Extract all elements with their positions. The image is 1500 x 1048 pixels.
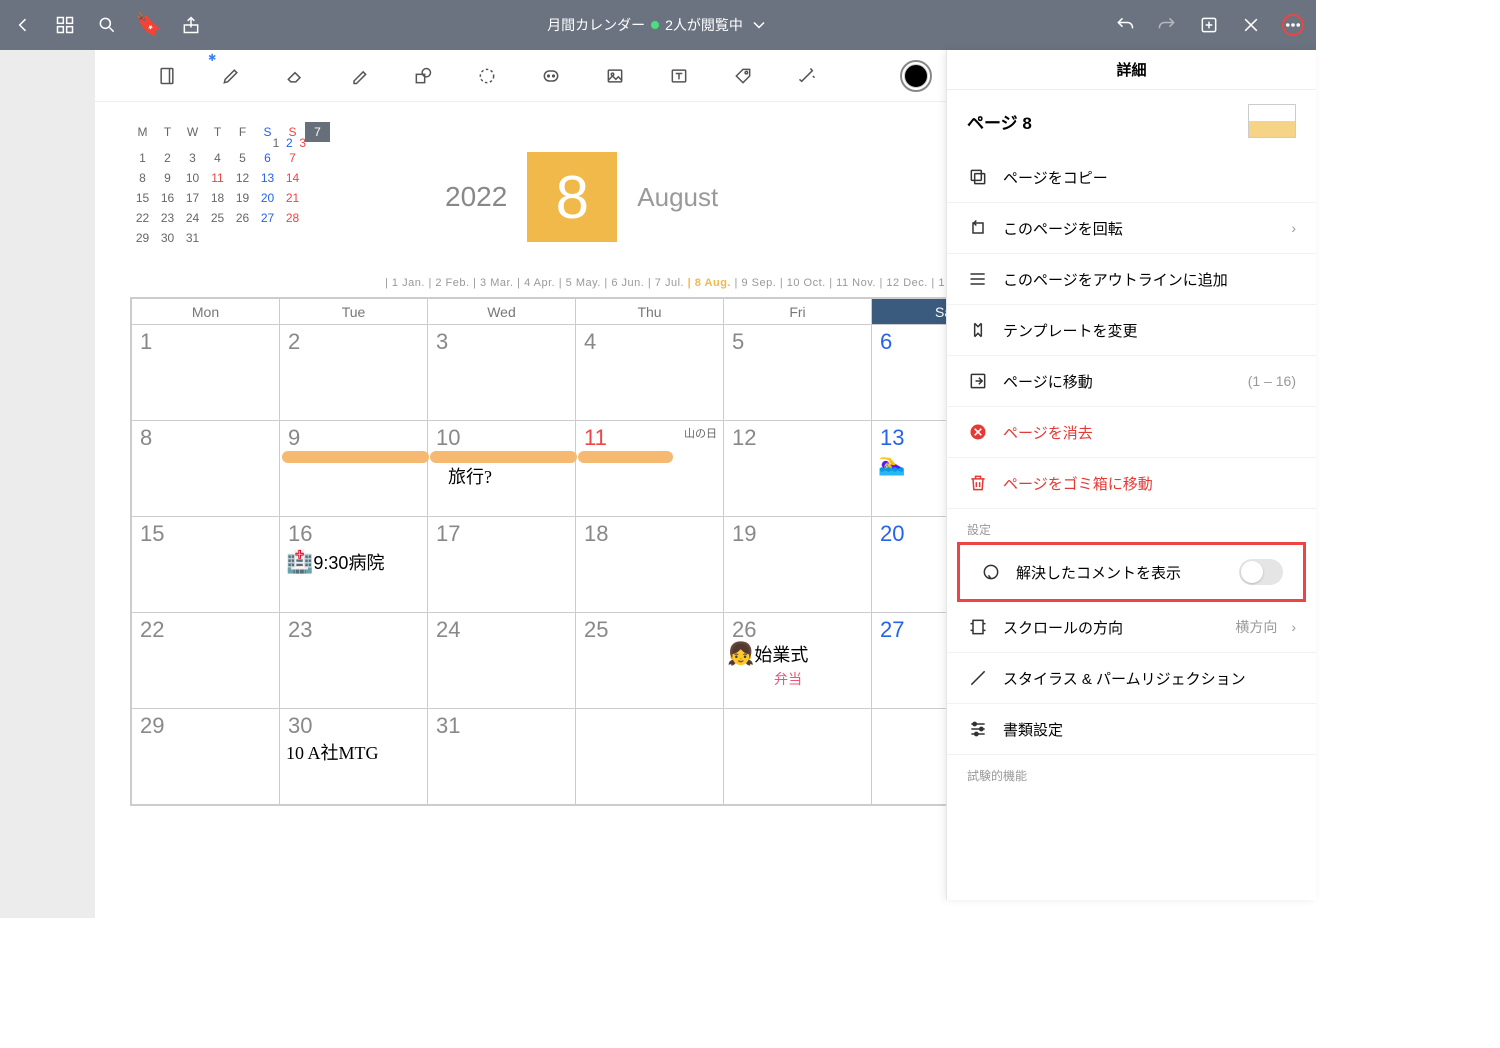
notebook-tool-icon[interactable] bbox=[150, 59, 184, 93]
outline-icon bbox=[967, 268, 989, 290]
trash-icon bbox=[967, 472, 989, 494]
highlighter-tool-icon[interactable] bbox=[342, 59, 376, 93]
event-bar bbox=[430, 451, 577, 463]
day-cell: 3 bbox=[428, 325, 576, 421]
day-cell: 4 bbox=[576, 325, 724, 421]
color-black[interactable] bbox=[904, 64, 928, 88]
experimental-section-label: 試験的機能 bbox=[947, 755, 1316, 788]
day-cell: 11山の日 bbox=[576, 421, 724, 517]
rotate-page-button[interactable]: このページを回転 › bbox=[947, 203, 1316, 254]
lasso-tool-icon[interactable] bbox=[470, 59, 504, 93]
day-cell: 17 bbox=[428, 517, 576, 613]
day-cell: 29 bbox=[132, 709, 280, 805]
day-cell bbox=[576, 709, 724, 805]
undo-icon[interactable] bbox=[1114, 14, 1136, 36]
grid-icon[interactable] bbox=[54, 14, 76, 36]
scroll-direction-button[interactable]: スクロールの方向 横方向 › bbox=[947, 602, 1316, 653]
event-bar bbox=[282, 451, 429, 463]
presence-dot-icon bbox=[651, 21, 659, 29]
day-cell: 22 bbox=[132, 613, 280, 709]
stylus-button[interactable]: スタイラス & パームリジェクション bbox=[947, 653, 1316, 704]
copy-icon bbox=[967, 166, 989, 188]
copy-page-button[interactable]: ページをコピー bbox=[947, 152, 1316, 203]
share-icon[interactable] bbox=[180, 14, 202, 36]
more-icon[interactable] bbox=[1282, 14, 1304, 36]
day-cell: 16🏥9:30病院 bbox=[280, 517, 428, 613]
day-cell: 5 bbox=[724, 325, 872, 421]
back-icon[interactable] bbox=[12, 14, 34, 36]
goto-icon bbox=[967, 370, 989, 392]
eraser-tool-icon[interactable] bbox=[278, 59, 312, 93]
image-tool-icon[interactable] bbox=[598, 59, 632, 93]
template-icon bbox=[967, 319, 989, 341]
stylus-icon bbox=[967, 667, 989, 689]
day-cell: 1 bbox=[132, 325, 280, 421]
day-cell: 12 bbox=[724, 421, 872, 517]
change-template-button[interactable]: テンプレートを変更 bbox=[947, 305, 1316, 356]
text-tool-icon[interactable] bbox=[662, 59, 696, 93]
day-cell: 9 bbox=[280, 421, 428, 517]
page-thumbnail-icon[interactable] bbox=[1248, 104, 1296, 138]
event-bar bbox=[578, 451, 673, 463]
redo-icon[interactable] bbox=[1156, 14, 1178, 36]
bookmark-icon[interactable]: 🔖 bbox=[138, 14, 160, 36]
goto-page-button[interactable]: ページに移動 (1 – 16) bbox=[947, 356, 1316, 407]
swim-icon: 🏊‍♀️ bbox=[878, 451, 905, 476]
day-cell: 15 bbox=[132, 517, 280, 613]
calendar-grid: MonTueWedThuFriSat 123456 8 9 10旅行? 11山の… bbox=[130, 297, 1021, 806]
day-cell: 26👧始業式弁当 bbox=[724, 613, 872, 709]
trash-page-button[interactable]: ページをゴミ箱に移動 bbox=[947, 458, 1316, 509]
mini-calendar: MTWTFSS7 1234567 891011121314 1516171819… bbox=[130, 122, 330, 248]
hospital-icon: 🏥 bbox=[286, 549, 313, 574]
magic-tool-icon[interactable] bbox=[790, 59, 824, 93]
calendar-title: 2022 8 August bbox=[445, 152, 718, 242]
close-icon[interactable] bbox=[1240, 14, 1262, 36]
chevron-right-icon: › bbox=[1291, 220, 1296, 236]
shape-tool-icon[interactable] bbox=[406, 59, 440, 93]
sliders-icon bbox=[967, 718, 989, 740]
doc-settings-button[interactable]: 書類設定 bbox=[947, 704, 1316, 755]
day-cell: 18 bbox=[576, 517, 724, 613]
pen-tool-icon[interactable]: ✱ bbox=[214, 59, 248, 93]
document-title[interactable]: 月間カレンダー 2人が閲覧中 bbox=[216, 15, 1100, 35]
search-icon[interactable] bbox=[96, 14, 118, 36]
day-cell: 8 bbox=[132, 421, 280, 517]
month-badge: 8 bbox=[527, 152, 617, 242]
resolved-comments-toggle[interactable]: 解決したコメントを表示 bbox=[960, 545, 1303, 599]
tag-tool-icon[interactable] bbox=[726, 59, 760, 93]
day-cell: 19 bbox=[724, 517, 872, 613]
page-indicator: ページ 8 bbox=[947, 90, 1316, 152]
sticker-tool-icon[interactable] bbox=[534, 59, 568, 93]
girl-icon: 👧 bbox=[727, 641, 754, 666]
day-cell: 2 bbox=[280, 325, 428, 421]
rotate-icon bbox=[967, 217, 989, 239]
comment-icon bbox=[980, 561, 1002, 583]
day-cell: 23 bbox=[280, 613, 428, 709]
top-bar: 🔖 月間カレンダー 2人が閲覧中 bbox=[0, 0, 1316, 50]
day-cell: 10旅行? bbox=[428, 421, 576, 517]
toggle-switch[interactable] bbox=[1239, 559, 1283, 585]
clear-page-button[interactable]: ページを消去 bbox=[947, 407, 1316, 458]
add-outline-button[interactable]: このページをアウトラインに追加 bbox=[947, 254, 1316, 305]
settings-section-label: 設定 bbox=[947, 509, 1316, 542]
panel-title: 詳細 bbox=[947, 50, 1316, 90]
day-cell: 24 bbox=[428, 613, 576, 709]
details-panel: 詳細 ページ 8 ページをコピー このページを回転 › このページをアウトライン… bbox=[946, 50, 1316, 900]
chevron-right-icon: › bbox=[1291, 619, 1296, 635]
day-cell: 31 bbox=[428, 709, 576, 805]
add-page-icon[interactable] bbox=[1198, 14, 1220, 36]
chevron-down-icon bbox=[749, 15, 769, 35]
day-cell: 25 bbox=[576, 613, 724, 709]
day-cell: 3010 A社MTG bbox=[280, 709, 428, 805]
day-cell bbox=[724, 709, 872, 805]
scroll-icon bbox=[967, 616, 989, 638]
clear-icon bbox=[967, 421, 989, 443]
